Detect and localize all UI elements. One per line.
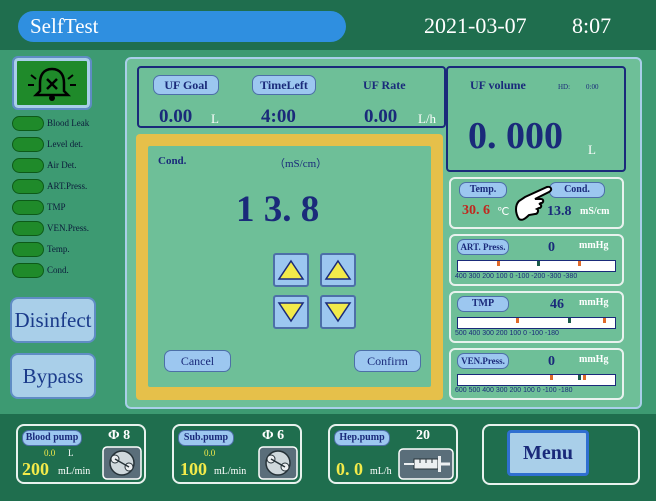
down-arrow-icon — [324, 302, 352, 323]
increase-tens-button[interactable] — [273, 253, 309, 287]
sub-pump-label: Sub.pump — [178, 430, 234, 446]
up-arrow-icon — [324, 259, 352, 280]
hd-value: 0:00 — [586, 83, 599, 91]
bypass-button[interactable]: Bypass — [10, 353, 96, 399]
ven-press-panel: VEN.Press. 0 mmHg 600 500 400 300 200 10… — [449, 348, 624, 400]
blood-pump-panel[interactable]: Blood pump Φ 8 0.0 L 200 mL/min — [16, 424, 146, 484]
cond-value: 13.8 — [547, 204, 572, 219]
status-indicator-list: Blood Leak Level det. Air Det. ART.Press… — [0, 116, 120, 286]
ven-press-value: 0 — [548, 354, 555, 369]
ven-press-scale: 600 500 400 300 200 100 0 -100 -180 — [455, 387, 573, 394]
uf-rate-label: UF Rate — [363, 78, 406, 92]
gauge-marker-alarm-low — [583, 375, 586, 380]
dialog-cond-unit: （mS/cm） — [274, 158, 328, 170]
time-text: 8:07 — [572, 13, 612, 38]
sub-pump-volume: 0.0 — [204, 448, 216, 458]
gauge-marker-current — [578, 375, 581, 380]
page-title: SelfTest — [30, 14, 99, 38]
gauge-marker-current — [537, 261, 540, 266]
gauge-marker-alarm-high — [550, 375, 553, 380]
uf-goal-unit: L — [211, 111, 219, 126]
disinfect-button[interactable]: Disinfect — [10, 297, 96, 343]
gauge-marker-alarm-low — [578, 261, 581, 266]
hep-pump-rate-unit: mL/h — [370, 466, 392, 477]
increase-ones-button[interactable] — [320, 253, 356, 287]
alarm-bell-button[interactable] — [12, 56, 92, 110]
tmp-button[interactable]: TMP — [457, 296, 509, 312]
blood-pump-label: Blood pump — [22, 430, 82, 446]
sub-pump-rate-unit: mL/min — [214, 466, 247, 477]
menu-button[interactable]: Menu — [507, 430, 589, 476]
timeleft-value: 4:00 — [261, 106, 296, 127]
art-press-button[interactable]: ART. Press. — [457, 239, 509, 255]
tmp-panel: TMP 46 mmHg 500 400 300 200 100 0 -100 -… — [449, 291, 624, 343]
decrease-tens-button[interactable] — [273, 295, 309, 329]
uf-rate-unit: L/h — [418, 111, 437, 126]
dialog-cond-label: Cond. — [158, 155, 187, 167]
tmp-unit: mmHg — [579, 297, 609, 308]
temp-unit: ℃ — [497, 206, 510, 218]
sub-pump-rate: 100 — [180, 459, 207, 479]
down-arrow-icon — [277, 302, 305, 323]
tmp-value: 46 — [550, 297, 564, 312]
hep-pump-rate: 0. 0 — [336, 459, 363, 479]
sub-pump-phi: Φ 6 — [262, 428, 285, 443]
tmp-gauge — [457, 317, 616, 329]
art-press-panel: ART. Press. 0 mmHg 400 300 200 100 0 -10… — [449, 234, 624, 286]
art-press-scale: 400 300 200 100 0 -100 -200 -300 -380 — [455, 273, 578, 280]
temp-value: 30. 6 — [462, 203, 490, 218]
cond-dialog-inner: Cond. （mS/cm） 1 3. 8 Cancel Confirm — [148, 146, 431, 387]
uf-volume-label: UF volume — [470, 78, 526, 92]
uf-volume-unit: L — [588, 142, 596, 157]
peristaltic-pump-icon — [102, 446, 142, 480]
ven-press-button[interactable]: VEN.Press. — [457, 353, 509, 369]
cond-dialog: Cond. （mS/cm） 1 3. 8 Cancel Confirm — [136, 134, 443, 400]
cond-unit: mS/cm — [580, 206, 610, 217]
ven-press-gauge — [457, 374, 616, 386]
date-text: 2021-03-07 — [424, 13, 527, 38]
sub-pump-panel[interactable]: Sub.pump Φ 6 0.0 100 mL/min — [172, 424, 302, 484]
confirm-button[interactable]: Confirm — [354, 350, 421, 372]
decrease-ones-button[interactable] — [320, 295, 356, 329]
uf-volume-value: 0. 000 — [468, 115, 563, 157]
uf-volume-panel: UF volume HD: 0:00 0. 000 L — [446, 66, 626, 172]
cancel-button[interactable]: Cancel — [164, 350, 231, 372]
gauge-marker-alarm-low — [603, 318, 606, 323]
temp-button[interactable]: Temp. — [459, 182, 507, 198]
ven-press-unit: mmHg — [579, 354, 609, 365]
blood-pump-rate: 200 — [22, 459, 49, 479]
art-press-value: 0 — [548, 240, 555, 255]
uf-goal-button[interactable]: UF Goal — [153, 75, 219, 95]
hd-label: HD: — [558, 83, 571, 91]
title-pill: SelfTest — [18, 11, 346, 42]
temp-cond-panel: Temp. Cond. 30. 6 ℃ 13.8 mS/cm — [449, 177, 624, 229]
hep-pump-size: 20 — [416, 428, 430, 443]
syringe-icon — [398, 448, 454, 480]
uf-rate-value: 0.00 — [364, 106, 398, 127]
tmp-scale: 500 400 300 200 100 0 -100 -180 — [455, 330, 559, 337]
hep-pump-panel[interactable]: Hep.pump 20 0. 0 mL/h — [328, 424, 458, 484]
up-arrow-icon — [277, 259, 305, 280]
cond-button[interactable]: Cond. — [549, 182, 605, 198]
blood-pump-rate-unit: mL/min — [58, 466, 91, 477]
gauge-marker-current — [568, 318, 571, 323]
uf-panel: UF Goal TimeLeft UF Rate 0.00 L 4:00 0.0… — [137, 66, 446, 128]
gauge-marker-alarm-high — [516, 318, 519, 323]
alarm-bell-icon — [28, 67, 76, 101]
hep-pump-label: Hep.pump — [334, 430, 390, 446]
uf-goal-value: 0.00 — [159, 106, 193, 127]
timeleft-button[interactable]: TimeLeft — [252, 75, 316, 95]
peristaltic-pump-icon — [258, 446, 298, 480]
gauge-marker-alarm-high — [497, 261, 500, 266]
blood-pump-volume: 0.0 — [44, 448, 56, 458]
art-press-gauge — [457, 260, 616, 272]
blood-pump-volume-unit: L — [68, 448, 74, 458]
blood-pump-phi: Φ 8 — [108, 428, 131, 443]
dialog-cond-value: 1 3. 8 — [236, 189, 320, 230]
art-press-unit: mmHg — [579, 240, 609, 251]
